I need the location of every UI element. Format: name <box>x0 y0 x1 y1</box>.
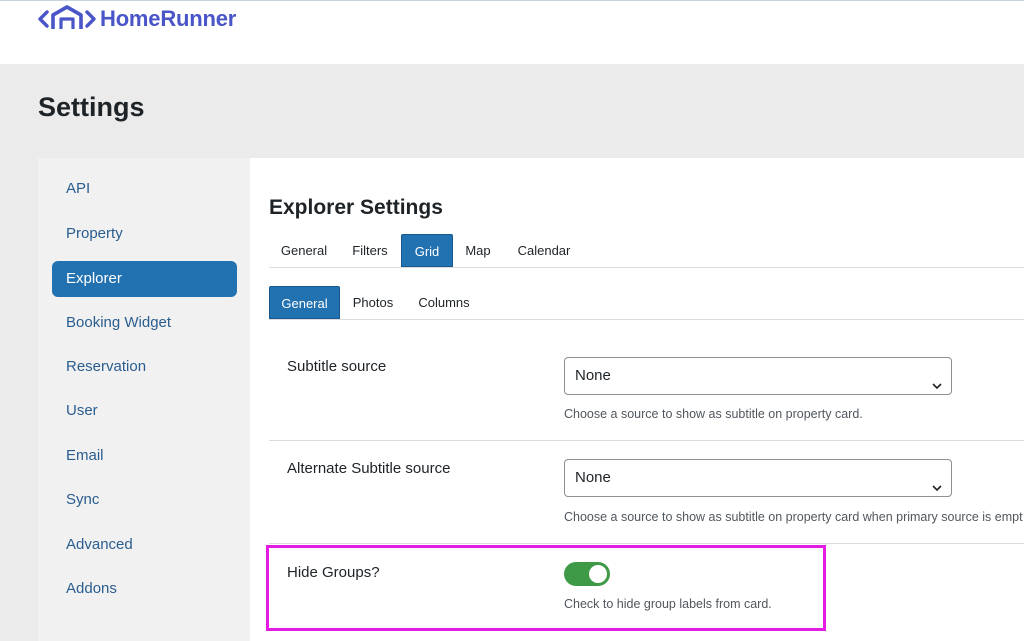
sidebar-item-addons[interactable]: Addons <box>52 571 237 607</box>
hide-groups-label: Hide Groups? <box>287 564 380 581</box>
brand-name: HomeRunner <box>100 6 237 31</box>
sidebar-item-advanced[interactable]: Advanced <box>52 527 237 563</box>
panel-title: Explorer Settings <box>269 196 443 219</box>
hide-groups-toggle[interactable] <box>564 562 610 586</box>
row-divider <box>269 440 1024 441</box>
subtitle-source-help: Choose a source to show as subtitle on p… <box>564 407 863 421</box>
primary-tabs: General Filters Grid Map Calendar <box>269 234 1024 268</box>
row-divider <box>269 543 1024 544</box>
chevron-down-icon <box>931 370 943 406</box>
settings-panel: Explorer Settings General Filters Grid M… <box>250 158 1024 641</box>
sidebar-item-sync[interactable]: Sync <box>52 482 237 518</box>
subtitle-source-select[interactable]: None <box>564 357 952 395</box>
tab-grid[interactable]: Grid <box>401 234 453 267</box>
alternate-subtitle-source-select[interactable]: None <box>564 459 952 497</box>
sidebar-item-booking-widget[interactable]: Booking Widget <box>52 305 237 341</box>
subtab-columns[interactable]: Columns <box>406 286 482 319</box>
subtab-photos[interactable]: Photos <box>342 286 404 319</box>
alternate-subtitle-source-help: Choose a source to show as subtitle on p… <box>564 510 1023 524</box>
sidebar-item-property[interactable]: Property <box>52 216 237 252</box>
sidebar-item-user[interactable]: User <box>52 393 237 429</box>
home-logo-icon <box>38 4 96 34</box>
chevron-down-icon <box>931 472 943 508</box>
alternate-subtitle-source-label: Alternate Subtitle source <box>287 460 451 477</box>
sidebar-item-api[interactable]: API <box>52 171 237 207</box>
tab-calendar[interactable]: Calendar <box>503 234 585 267</box>
sidebar-item-explorer[interactable]: Explorer <box>52 261 237 297</box>
alternate-subtitle-source-value: None <box>575 469 611 486</box>
sidebar-item-reservation[interactable]: Reservation <box>52 349 237 385</box>
subtitle-source-value: None <box>575 367 611 384</box>
secondary-tabs: General Photos Columns <box>269 286 1024 320</box>
top-bar: HomeRunner <box>0 0 1024 64</box>
hide-groups-help: Check to hide group labels from card. <box>564 597 772 611</box>
settings-sidebar: API Property Explorer Booking Widget Res… <box>38 158 250 641</box>
sidebar-item-email[interactable]: Email <box>52 438 237 474</box>
brand-logo[interactable]: HomeRunner <box>38 4 236 34</box>
tab-map[interactable]: Map <box>455 234 501 267</box>
toggle-knob <box>589 565 607 583</box>
tab-filters[interactable]: Filters <box>341 234 399 267</box>
tab-general[interactable]: General <box>269 234 339 267</box>
page-title: Settings <box>38 92 145 122</box>
subtitle-source-label: Subtitle source <box>287 358 387 375</box>
subtab-general[interactable]: General <box>269 286 340 319</box>
